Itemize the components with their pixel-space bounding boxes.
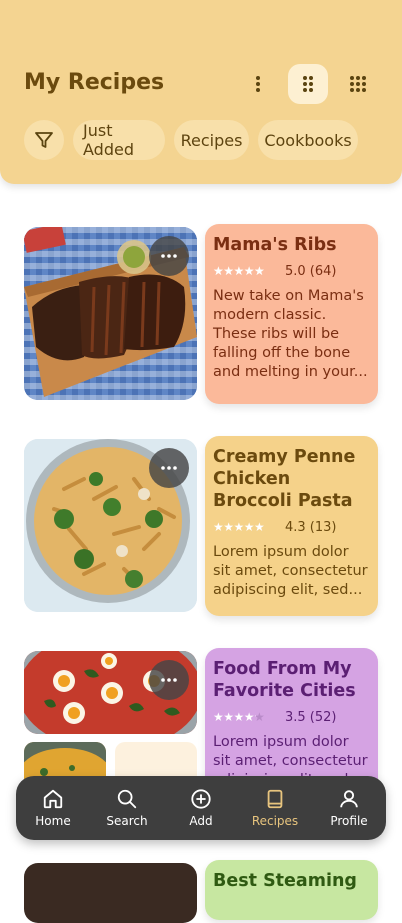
nav-search-label: Search [106,814,148,828]
recipe-info: Creamy Penne Chicken Broccoli Pasta ★★★★… [205,436,378,616]
app-header: My Recipes Just Added Recipes Cookbooks [0,0,402,184]
recipe-options-button[interactable] [149,236,189,276]
nav-recipes[interactable]: Recipes [238,776,312,840]
add-icon [191,789,211,809]
star-rating: ★★★★★ ★★★★★ [213,521,265,533]
filter-chips: Just Added Recipes Cookbooks [24,120,358,160]
grid-2-icon [303,76,313,92]
cookbook-title: Food From My Favorite Cities [213,659,356,701]
recipe-title: Mama's Ribs [213,235,337,255]
more-vertical-icon [256,76,260,92]
rating-text: 3.5 (52) [285,709,337,725]
nav-add[interactable]: Add [164,776,238,840]
nav-home[interactable]: Home [16,776,90,840]
book-icon [267,789,283,809]
recipe-rating: ★★★★★ ★★★★★ 4.3 (13) [213,518,370,536]
grid-3-icon [350,76,366,92]
recipe-info: Mama's Ribs ★★★★★ ★★★★★ 5.0 (64) New tak… [205,224,378,404]
recipe-rating: ★★★★★ ★★★★★ 5.0 (64) [213,262,370,280]
more-horizontal-icon [161,254,177,258]
rating-text: 4.3 (13) [285,519,337,535]
recipe-title: Best Steaming [213,871,357,891]
recipe-description: New take on Mama's modern classic. These… [213,288,368,380]
search-icon [117,789,137,809]
more-horizontal-icon [161,466,177,470]
nav-recipes-label: Recipes [251,814,299,828]
nav-home-label: Home [35,814,71,828]
recipe-title: Creamy Penne Chicken Broccoli Pasta [213,447,356,511]
chip-just-added[interactable]: Just Added [73,120,165,160]
compact-grid-view-button[interactable] [338,64,378,104]
home-icon [43,789,63,809]
recipe-info: Best Steaming [205,860,378,920]
nav-search[interactable]: Search [90,776,164,840]
filter-button[interactable] [24,120,64,160]
more-options-button[interactable] [238,64,278,104]
page-title: My Recipes [24,70,165,95]
profile-icon [340,790,358,808]
chip-recipes[interactable]: Recipes [174,120,249,160]
more-horizontal-icon [161,678,177,682]
cookbook-rating: ★★★★★ ★★★★★ 3.5 (52) [213,708,370,726]
recipe-card[interactable]: Mama's Ribs ★★★★★ ★★★★★ 5.0 (64) New tak… [24,224,378,404]
rating-text: 5.0 (64) [285,263,337,279]
recipe-card[interactable]: Creamy Penne Chicken Broccoli Pasta ★★★★… [24,436,378,616]
cookbook-options-button[interactable] [149,660,189,700]
recipe-description: Lorem ipsum dolor sit amet, consectetur … [213,544,368,598]
star-rating: ★★★★★ ★★★★★ [213,711,265,723]
recipe-image [24,863,197,923]
bottom-navigation: Home Search Add Recipes Profile [16,776,386,840]
chip-cookbooks[interactable]: Cookbooks [258,120,358,160]
nav-profile[interactable]: Profile [312,776,386,840]
nav-add-label: Add [189,814,213,828]
star-rating: ★★★★★ ★★★★★ [213,265,265,277]
grid-view-button[interactable] [288,64,328,104]
nav-profile-label: Profile [330,814,368,828]
recipe-options-button[interactable] [149,448,189,488]
filter-icon [35,132,53,148]
recipe-card[interactable]: Best Steaming [24,860,378,923]
